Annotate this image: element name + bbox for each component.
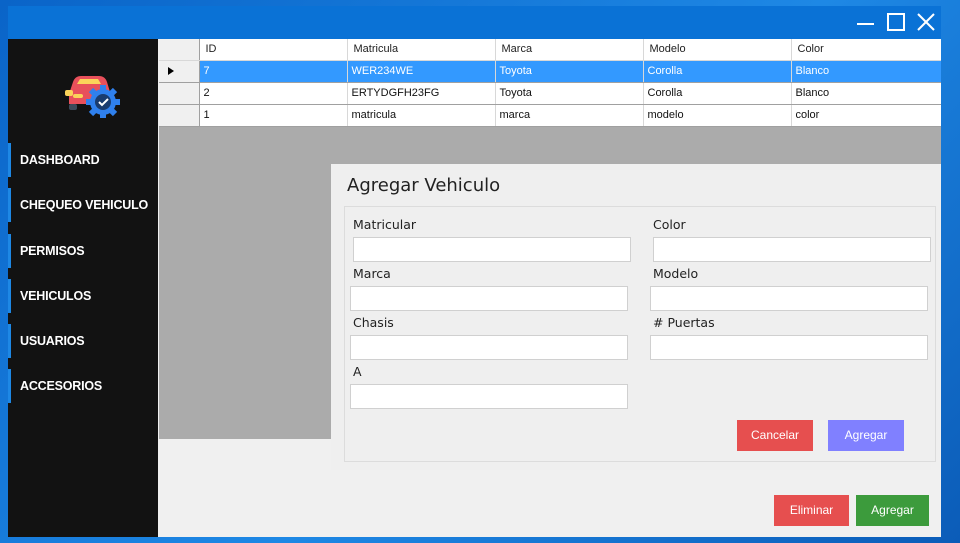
sidebar-item-vehiculos[interactable]: VEHICULOS	[8, 279, 158, 313]
close-icon	[917, 13, 935, 31]
sidebar-item-permisos[interactable]: PERMISOS	[8, 234, 158, 268]
dialog-title: Agregar Vehiculo	[347, 175, 501, 196]
table-row[interactable]: 1 matricula marca modelo color	[159, 104, 941, 127]
cancel-button[interactable]: Cancelar	[737, 420, 813, 451]
table-cell[interactable]: 7	[199, 60, 348, 83]
dialog-agregar-button[interactable]: Agregar	[828, 420, 904, 451]
row-selector[interactable]	[159, 60, 200, 83]
sidebar-item-dashboard[interactable]: DASHBOARD	[8, 143, 158, 177]
row-header-corner	[159, 39, 200, 61]
puertas-label: # Puertas	[653, 315, 715, 330]
table-cell[interactable]: Toyota	[495, 82, 644, 105]
modelo-input[interactable]	[650, 286, 928, 311]
maximize-icon	[887, 13, 905, 31]
table-row[interactable]: 7 WER234WE Toyota Corolla Blanco	[159, 60, 941, 83]
matricula-input[interactable]	[353, 237, 631, 262]
column-header-id[interactable]: ID	[199, 39, 348, 61]
vehicles-table: ID Matricula Marca Modelo Color 7 WER234…	[159, 39, 941, 127]
row-selector[interactable]	[159, 104, 200, 127]
app-window: DASHBOARD CHEQUEO VEHICULO PERMISOS VEHI…	[8, 6, 941, 537]
column-header-modelo[interactable]: Modelo	[643, 39, 792, 61]
table-cell[interactable]: Blanco	[791, 82, 941, 105]
current-row-arrow-icon	[168, 67, 174, 75]
title-bar	[8, 6, 941, 39]
chasis-label: Chasis	[353, 315, 394, 330]
column-header-color[interactable]: Color	[791, 39, 941, 61]
eliminar-button[interactable]: Eliminar	[774, 495, 849, 526]
sidebar-item-label: USUARIOS	[20, 334, 85, 348]
sidebar-item-chequeo-vehiculo[interactable]: CHEQUEO VEHICULO	[8, 188, 158, 222]
modelo-label: Modelo	[653, 266, 699, 281]
table-cell[interactable]: matricula	[347, 104, 496, 127]
color-input[interactable]	[653, 237, 931, 262]
sidebar-item-label: DASHBOARD	[20, 153, 100, 167]
a-input[interactable]	[350, 384, 628, 409]
marca-input[interactable]	[350, 286, 628, 311]
sidebar-item-label: ACCESORIOS	[20, 379, 103, 393]
table-cell[interactable]: Blanco	[791, 60, 941, 83]
sidebar-item-accesorios[interactable]: ACCESORIOS	[8, 369, 158, 403]
puertas-input[interactable]	[650, 335, 928, 360]
minimize-icon	[857, 23, 874, 25]
table-cell[interactable]: 1	[199, 104, 348, 127]
sidebar-item-label: CHEQUEO VEHICULO	[20, 198, 149, 212]
minimize-button[interactable]	[850, 9, 880, 37]
close-button[interactable]	[911, 9, 941, 37]
sidebar: DASHBOARD CHEQUEO VEHICULO PERMISOS VEHI…	[8, 39, 158, 537]
table-cell[interactable]: Toyota	[495, 60, 644, 83]
add-vehicle-dialog: Agregar Vehiculo Matricular Color Marca …	[331, 164, 941, 470]
table-cell[interactable]: 2	[199, 82, 348, 105]
car-gear-icon	[63, 64, 123, 119]
matricula-label: Matricular	[353, 217, 417, 232]
row-selector[interactable]	[159, 82, 200, 105]
table-header-row: ID Matricula Marca Modelo Color	[159, 39, 941, 61]
sidebar-item-label: PERMISOS	[20, 244, 85, 258]
maximize-button[interactable]	[881, 9, 911, 37]
table-cell[interactable]: Corolla	[643, 82, 792, 105]
table-cell[interactable]: modelo	[643, 104, 792, 127]
sidebar-item-usuarios[interactable]: USUARIOS	[8, 324, 158, 358]
a-label: A	[353, 364, 362, 379]
table-row[interactable]: 2 ERTYDGFH23FG Toyota Corolla Blanco	[159, 82, 941, 105]
color-label: Color	[653, 217, 686, 232]
chasis-input[interactable]	[350, 335, 628, 360]
table-cell[interactable]: marca	[495, 104, 644, 127]
table-cell[interactable]: ERTYDGFH23FG	[347, 82, 496, 105]
table-cell[interactable]: Corolla	[643, 60, 792, 83]
table-cell[interactable]: WER234WE	[347, 60, 496, 83]
agregar-button[interactable]: Agregar	[856, 495, 929, 526]
sidebar-item-label: VEHICULOS	[20, 289, 92, 303]
dialog-form-panel: Matricular Color Marca Modelo Chasis # P…	[344, 206, 936, 462]
column-header-marca[interactable]: Marca	[495, 39, 644, 61]
column-header-matricula[interactable]: Matricula	[347, 39, 496, 61]
table-cell[interactable]: color	[791, 104, 941, 127]
marca-label: Marca	[353, 266, 391, 281]
